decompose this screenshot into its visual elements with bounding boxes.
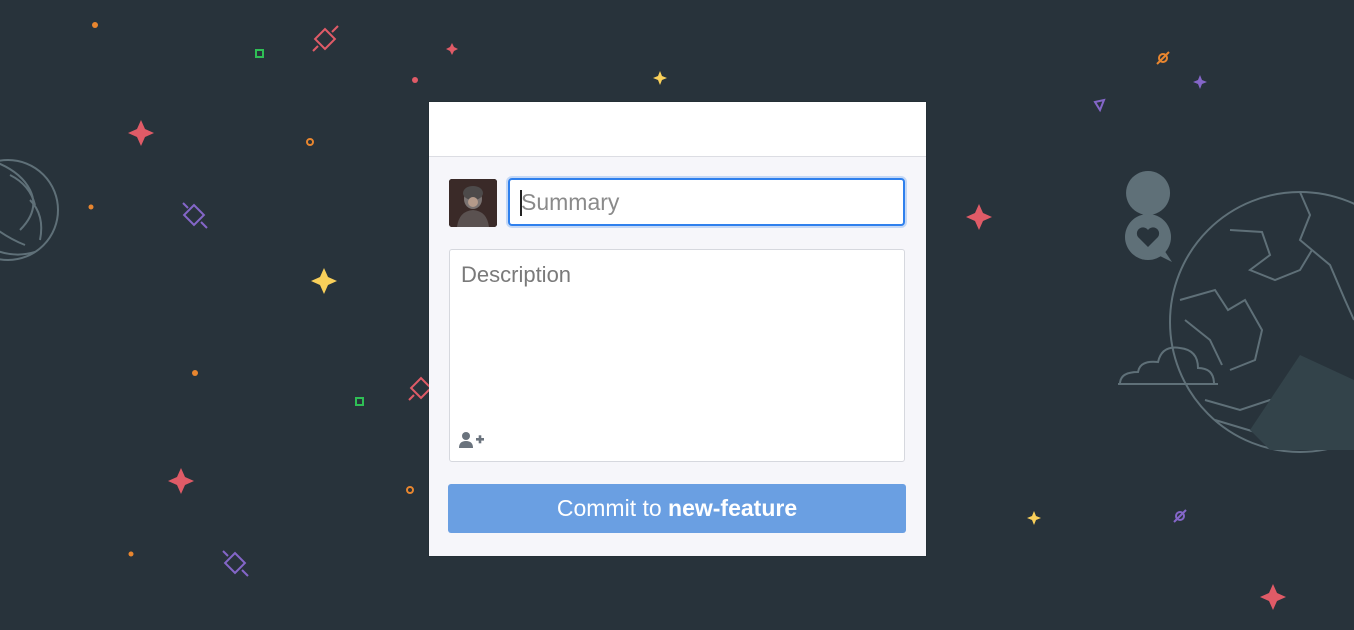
commit-branch-name: new-feature	[668, 495, 798, 521]
orange-dot-icons	[88, 22, 414, 557]
user-avatar	[449, 179, 497, 227]
app-stage: Commit to new-feature	[0, 0, 1354, 630]
commit-panel: Commit to new-feature	[429, 102, 926, 556]
planet-icon	[0, 159, 59, 261]
summary-input[interactable]	[508, 178, 905, 226]
text-caret	[520, 190, 522, 216]
heart-speech-bubble-icon	[1125, 171, 1172, 262]
green-spark-icons	[255, 49, 364, 406]
description-input[interactable]	[450, 250, 904, 420]
add-coauthor-icon[interactable]	[459, 430, 485, 450]
cloud-icon	[1118, 346, 1218, 385]
commit-button[interactable]: Commit to new-feature	[448, 484, 906, 533]
commit-button-prefix: Commit to	[556, 495, 662, 521]
description-field	[449, 249, 905, 462]
avatar-image	[449, 179, 497, 227]
panel-header	[429, 102, 926, 157]
purple-star-icons	[1093, 75, 1207, 113]
